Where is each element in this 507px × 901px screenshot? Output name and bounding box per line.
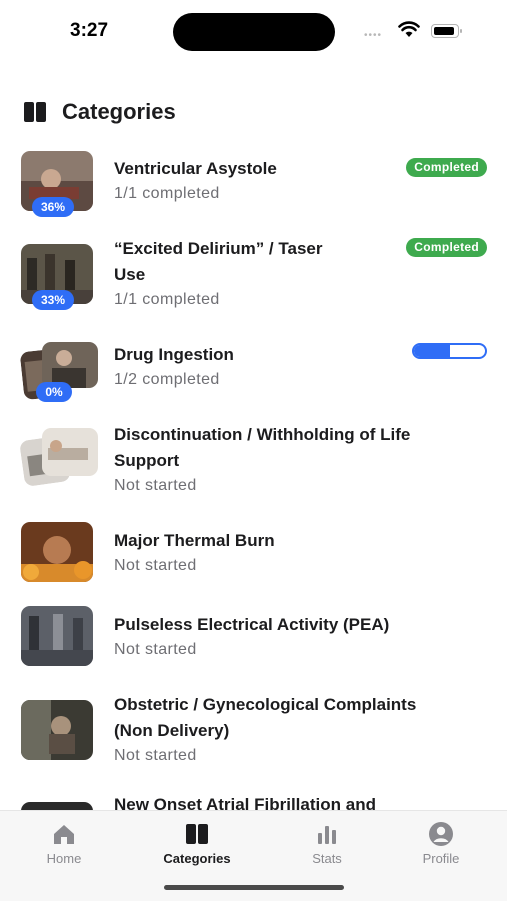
thumbnail-image: [21, 522, 93, 582]
book-icon: [186, 824, 208, 844]
category-row[interactable]: Pulseless Electrical Activity (PEA) Not …: [0, 606, 507, 686]
tab-home[interactable]: Home: [14, 821, 114, 866]
tab-profile[interactable]: Profile: [391, 821, 491, 866]
category-title: Discontinuation / Withholding of Life: [114, 425, 411, 444]
progress-bar-fill: [414, 345, 450, 357]
page-header: Categories: [24, 98, 176, 126]
dynamic-island: [173, 13, 335, 51]
category-row[interactable]: Obstetric / Gynecological Complaints (No…: [0, 692, 507, 792]
category-row[interactable]: 36% Ventricular Asystole 1/1 completed C…: [0, 148, 507, 228]
tab-label: Profile: [422, 851, 460, 866]
category-thumbnail: [20, 522, 96, 584]
thumbnail-image: [21, 700, 93, 760]
category-progress-text: Not started: [114, 557, 197, 574]
tab-label: Home: [46, 851, 82, 866]
category-thumbnail: [20, 802, 96, 810]
percent-badge: 36%: [32, 197, 74, 217]
completed-badge: Completed: [406, 158, 487, 177]
category-title: New Onset Atrial Fibrillation and: [114, 795, 376, 810]
category-row[interactable]: Major Thermal Burn Not started: [0, 522, 507, 602]
home-indicator: [164, 885, 344, 890]
category-thumbnail: 33%: [20, 244, 96, 310]
cellular-signal-icon: ••••: [364, 30, 383, 41]
thumbnail-image: [21, 606, 93, 666]
tab-label: Categories: [163, 851, 231, 866]
tab-label: Stats: [312, 851, 342, 866]
completed-badge: Completed: [406, 238, 487, 257]
category-thumbnail: [20, 700, 96, 762]
category-progress-text: Not started: [114, 747, 197, 764]
category-progress-text: Not started: [114, 477, 197, 494]
category-progress-bar: [412, 343, 487, 359]
category-title: Major Thermal Burn: [114, 531, 275, 550]
tab-stats[interactable]: Stats: [277, 821, 377, 866]
wifi-icon: [398, 21, 420, 37]
category-title: Pulseless Electrical Activity (PEA): [114, 615, 390, 634]
category-title-line2: Use: [114, 265, 146, 284]
battery-icon: [431, 24, 462, 38]
bar-chart-icon: [318, 826, 336, 844]
status-time: 3:27: [70, 20, 109, 41]
category-progress-text: Not started: [114, 641, 197, 658]
category-title: Ventricular Asystole: [114, 159, 277, 178]
thumbnail-image: [21, 802, 93, 810]
category-title-line2: Support: [114, 451, 180, 470]
category-title: Drug Ingestion: [114, 345, 234, 364]
category-title-line2: (Non Delivery): [114, 721, 230, 740]
percent-badge: 0%: [36, 382, 72, 402]
category-row[interactable]: 33% “Excited Delirium” / Taser Use 1/1 c…: [0, 236, 507, 336]
category-progress-text: 1/1 completed: [114, 185, 220, 202]
category-thumbnail: 36%: [20, 151, 96, 217]
category-row[interactable]: New Onset Atrial Fibrillation and: [0, 792, 507, 810]
status-bar: 3:27 ••••: [0, 0, 507, 64]
page-title: Categories: [62, 99, 176, 124]
category-progress-text: 1/2 completed: [114, 371, 220, 388]
category-title: “Excited Delirium” / Taser: [114, 239, 323, 258]
category-progress-text: 1/1 completed: [114, 291, 220, 308]
thumbnail-image: [42, 428, 98, 476]
book-icon: [24, 102, 46, 122]
percent-badge: 33%: [32, 290, 74, 310]
category-row[interactable]: Discontinuation / Withholding of Life Su…: [0, 422, 507, 514]
house-icon: [54, 825, 74, 844]
category-thumbnail: 0%: [19, 342, 98, 404]
category-thumbnail: [20, 606, 96, 668]
category-thumbnail: [19, 428, 98, 490]
person-circle-icon: [429, 822, 453, 846]
tab-categories[interactable]: Categories: [147, 821, 247, 866]
category-list[interactable]: 36% Ventricular Asystole 1/1 completed C…: [0, 148, 507, 810]
category-title: Obstetric / Gynecological Complaints: [114, 695, 417, 714]
